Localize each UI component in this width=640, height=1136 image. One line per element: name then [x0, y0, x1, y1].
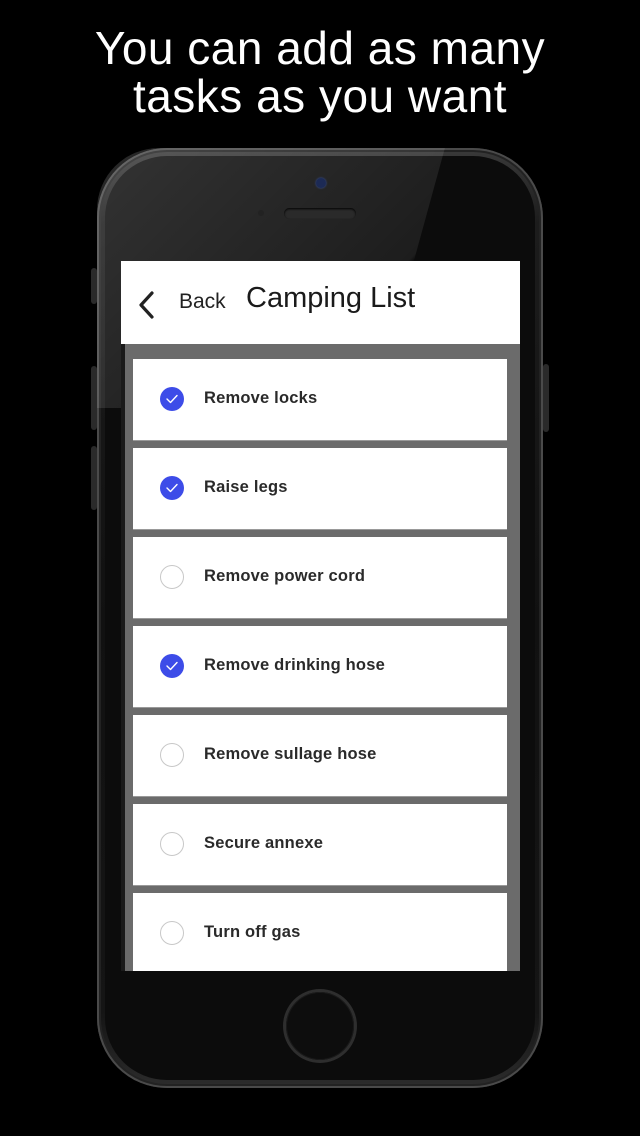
headline-line-1: You can add as many — [94, 22, 546, 74]
unchecked-circle-icon[interactable] — [160, 743, 184, 767]
task-label: Remove power cord — [204, 567, 366, 585]
task-row[interactable]: Raise legs — [133, 448, 507, 529]
task-list-container[interactable]: Remove locks Raise legs Remove power cord R… — [121, 344, 520, 971]
task-label: Remove drinking hose — [204, 656, 385, 674]
checked-circle-icon[interactable] — [160, 654, 184, 678]
task-label: Turn off gas — [204, 923, 301, 941]
checked-circle-icon[interactable] — [160, 387, 184, 411]
power-button — [543, 364, 549, 432]
headline-line-2: tasks as you want — [132, 70, 508, 122]
back-button[interactable]: Back — [179, 290, 226, 314]
task-row[interactable]: Remove sullage hose — [133, 715, 507, 796]
task-list: Remove locks Raise legs Remove power cord R… — [133, 359, 507, 971]
task-label: Raise legs — [204, 478, 288, 496]
task-label: Remove sullage hose — [204, 745, 377, 763]
task-row[interactable]: Secure annexe — [133, 804, 507, 885]
unchecked-circle-icon[interactable] — [160, 921, 184, 945]
nav-bar: Back Camping List — [121, 261, 520, 344]
task-label: Remove locks — [204, 389, 318, 407]
task-label: Secure annexe — [204, 834, 324, 852]
home-button[interactable] — [286, 992, 354, 1060]
task-row[interactable]: Turn off gas — [133, 893, 507, 971]
task-row[interactable]: Remove power cord — [133, 537, 507, 618]
page-title: Camping List — [246, 282, 416, 314]
unchecked-circle-icon[interactable] — [160, 565, 184, 589]
proximity-sensor — [258, 210, 264, 216]
checked-circle-icon[interactable] — [160, 476, 184, 500]
promo-headline: You can add as many tasks as you want — [0, 24, 640, 120]
app-screen: Back Camping List Remove locks Raise legs… — [121, 261, 520, 971]
earpiece-speaker — [284, 208, 356, 219]
chevron-left-icon[interactable] — [135, 289, 159, 321]
task-row[interactable]: Remove drinking hose — [133, 626, 507, 707]
front-camera — [316, 178, 326, 188]
unchecked-circle-icon[interactable] — [160, 832, 184, 856]
task-row[interactable]: Remove locks — [133, 359, 507, 440]
